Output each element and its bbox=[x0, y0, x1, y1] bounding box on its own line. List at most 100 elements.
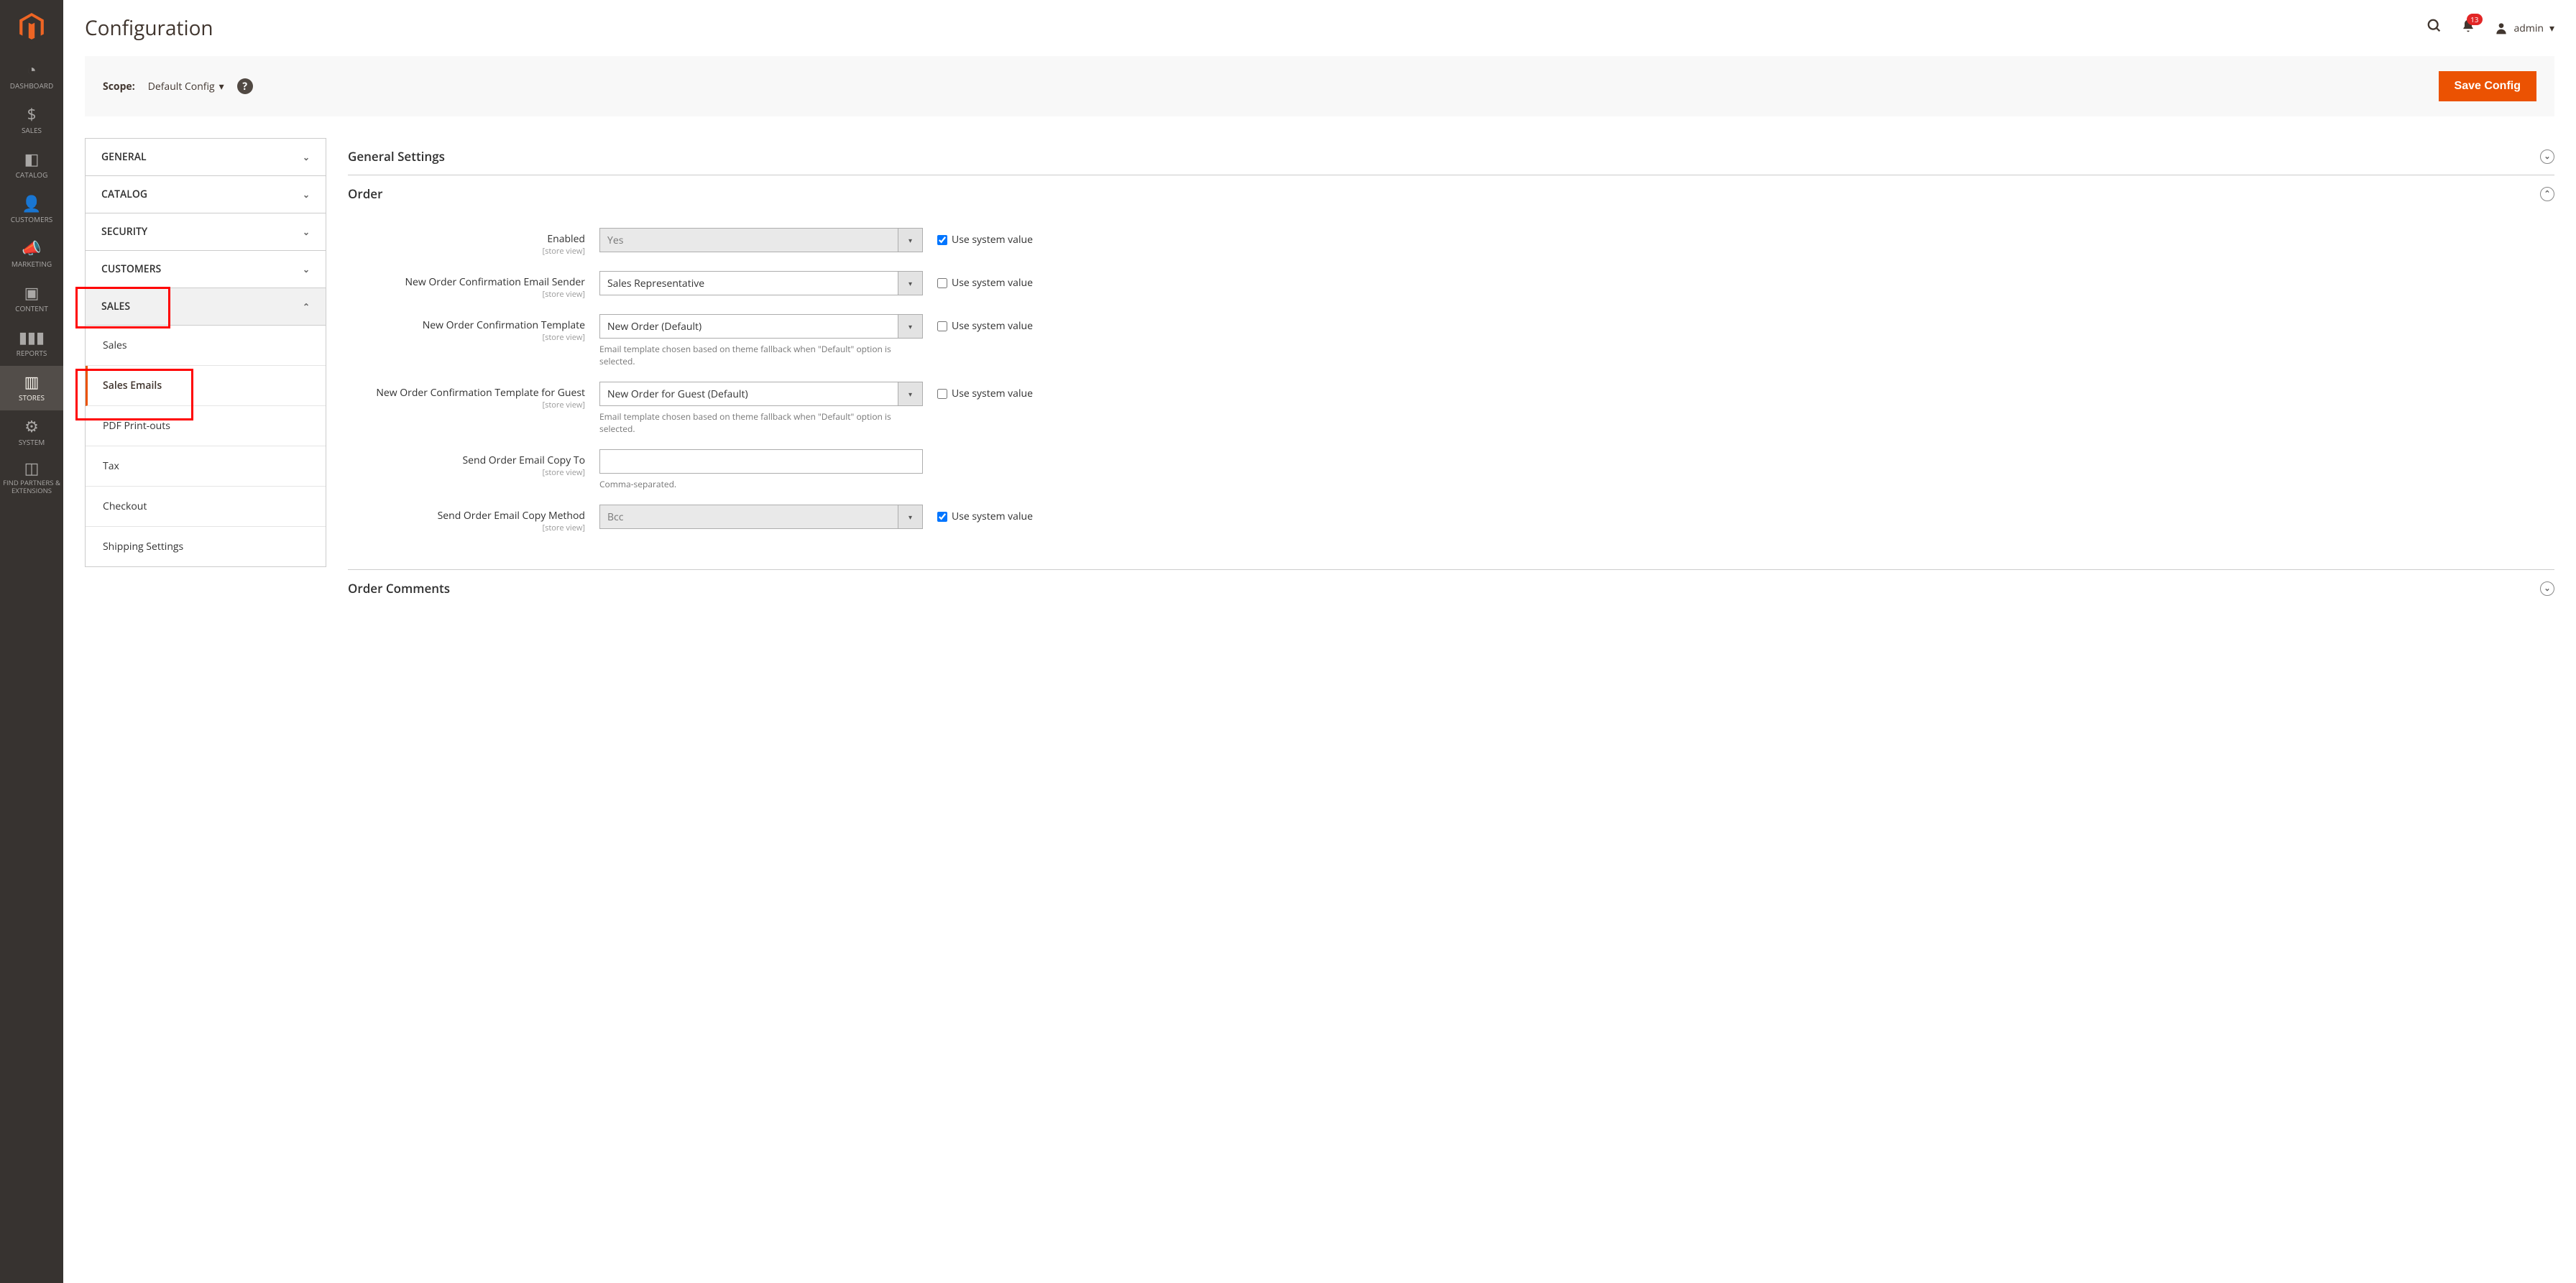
template-select[interactable]: New Order (Default)▾ bbox=[599, 314, 923, 339]
enabled-select: Yes▾ bbox=[599, 228, 923, 252]
nav-stores[interactable]: ▥STORES bbox=[0, 366, 63, 410]
cfg-group-security[interactable]: SECURITY ⌄ bbox=[86, 213, 326, 251]
use-system-checkbox[interactable] bbox=[937, 235, 947, 245]
notification-badge: 13 bbox=[2467, 14, 2482, 25]
use-system-sender[interactable]: Use system value bbox=[937, 271, 1033, 290]
cfg-group-catalog[interactable]: CATALOG⌄ bbox=[86, 176, 326, 213]
field-label: New Order Confirmation Template bbox=[423, 318, 585, 332]
nav-label: CATALOG bbox=[16, 170, 48, 180]
cfg-sub-pdf[interactable]: PDF Print-outs bbox=[86, 406, 326, 446]
use-system-template[interactable]: Use system value bbox=[937, 314, 1033, 333]
nav-label: FIND PARTNERS & EXTENSIONS bbox=[0, 479, 63, 495]
nav-reports[interactable]: ▮▮▮REPORTS bbox=[0, 321, 63, 366]
page-wrap: Configuration 13 admin ▾ Scope: Default … bbox=[63, 0, 2576, 607]
field-copy-method: Send Order Email Copy Method[store view]… bbox=[348, 505, 2554, 533]
user-icon bbox=[2494, 21, 2508, 35]
search-icon[interactable] bbox=[2426, 18, 2442, 38]
cfg-group-general[interactable]: GENERAL ⌄ bbox=[86, 139, 326, 176]
nav-marketing[interactable]: 📣MARKETING bbox=[0, 232, 63, 277]
magento-logo[interactable] bbox=[0, 0, 63, 54]
field-label: New Order Confirmation Email Sender bbox=[405, 275, 585, 289]
notifications-icon[interactable]: 13 bbox=[2461, 18, 2475, 38]
save-config-button[interactable]: Save Config bbox=[2439, 71, 2536, 101]
use-system-checkbox[interactable] bbox=[937, 321, 947, 331]
scope-select[interactable]: Default Config ▾ bbox=[148, 80, 224, 93]
cfg-sub-shipping[interactable]: Shipping Settings bbox=[86, 527, 326, 566]
use-system-checkbox[interactable] bbox=[937, 389, 947, 399]
caret-down-icon: ▾ bbox=[219, 80, 224, 93]
use-system-template-guest[interactable]: Use system value bbox=[937, 382, 1033, 400]
field-scope: [store view] bbox=[348, 246, 585, 257]
nav-label: STORES bbox=[19, 392, 45, 403]
field-copy-to: Send Order Email Copy To[store view] Com… bbox=[348, 449, 2554, 490]
nav-label: CONTENT bbox=[15, 303, 48, 313]
copy-to-input[interactable] bbox=[599, 449, 923, 474]
use-system-enabled[interactable]: Use system value bbox=[937, 228, 1033, 247]
caret-down-icon: ▾ bbox=[898, 272, 922, 295]
collapse-icon: ⌃ bbox=[2540, 187, 2554, 201]
field-label: Enabled bbox=[547, 232, 585, 246]
template-guest-select[interactable]: New Order for Guest (Default)▾ bbox=[599, 382, 923, 406]
use-system-checkbox[interactable] bbox=[937, 512, 947, 522]
nav-system[interactable]: ⚙SYSTEM bbox=[0, 410, 63, 455]
chevron-down-icon: ⌄ bbox=[303, 151, 310, 163]
dollar-icon: $ bbox=[27, 106, 37, 122]
cfg-group-label: SECURITY bbox=[101, 225, 147, 239]
cfg-sub-sales[interactable]: Sales bbox=[86, 326, 326, 366]
username: admin bbox=[2514, 22, 2544, 35]
nav-catalog[interactable]: ◧CATALOG bbox=[0, 143, 63, 188]
field-scope: [store view] bbox=[348, 289, 585, 300]
caret-down-icon: ▾ bbox=[898, 229, 922, 252]
chevron-down-icon: ⌄ bbox=[303, 263, 310, 275]
cfg-group-label: SALES bbox=[101, 300, 130, 313]
select-value: New Order for Guest (Default) bbox=[600, 387, 898, 401]
field-label: Send Order Email Copy Method bbox=[438, 509, 585, 523]
nav-label: DASHBOARD bbox=[10, 81, 53, 91]
nav-sales[interactable]: $SALES bbox=[0, 98, 63, 143]
select-value: New Order (Default) bbox=[600, 320, 898, 334]
use-system-copy-method[interactable]: Use system value bbox=[937, 505, 1033, 523]
select-value: Yes bbox=[600, 234, 898, 247]
nav-dashboard[interactable]: ◔DASHBOARD bbox=[0, 54, 63, 98]
nav-content[interactable]: ▣CONTENT bbox=[0, 277, 63, 321]
field-note: Email template chosen based on theme fal… bbox=[599, 343, 923, 367]
cfg-sub-sales-emails[interactable]: Sales Emails bbox=[86, 366, 326, 406]
field-scope: [store view] bbox=[348, 332, 585, 343]
nav-partners[interactable]: ◫FIND PARTNERS & EXTENSIONS bbox=[0, 455, 63, 500]
nav-label: CUSTOMERS bbox=[11, 214, 53, 224]
cfg-group-sales[interactable]: SALES⌃ bbox=[86, 288, 326, 326]
scope-value: Default Config bbox=[148, 80, 215, 93]
caret-down-icon: ▾ bbox=[898, 505, 922, 528]
section-order[interactable]: Order ⌃ bbox=[348, 175, 2554, 212]
field-note: Comma-separated. bbox=[599, 478, 923, 490]
header-actions: 13 admin ▾ bbox=[2426, 18, 2554, 38]
page-header: Configuration 13 admin ▾ bbox=[63, 0, 2576, 56]
field-scope: [store view] bbox=[348, 467, 585, 478]
config-main: General Settings ⌄ Order ⌃ Enabled[store… bbox=[348, 138, 2554, 607]
cfg-group-label: GENERAL bbox=[101, 150, 147, 164]
page-title: Configuration bbox=[85, 14, 213, 42]
help-icon[interactable]: ? bbox=[237, 78, 253, 94]
use-system-label: Use system value bbox=[952, 510, 1033, 523]
field-scope: [store view] bbox=[348, 400, 585, 410]
field-note: Email template chosen based on theme fal… bbox=[599, 410, 923, 435]
chevron-down-icon: ⌄ bbox=[303, 226, 310, 238]
section-general-settings[interactable]: General Settings ⌄ bbox=[348, 138, 2554, 175]
sender-select[interactable]: Sales Representative▾ bbox=[599, 271, 923, 295]
cfg-group-customers[interactable]: CUSTOMERS⌄ bbox=[86, 251, 326, 288]
person-icon: 👤 bbox=[22, 196, 41, 211]
field-scope: [store view] bbox=[348, 523, 585, 533]
section-order-comments[interactable]: Order Comments ⌄ bbox=[348, 569, 2554, 607]
scope-bar: Scope: Default Config ▾ ? Save Config bbox=[85, 56, 2554, 116]
use-system-label: Use system value bbox=[952, 233, 1033, 247]
cfg-sub-tax[interactable]: Tax bbox=[86, 446, 326, 487]
nav-label: SYSTEM bbox=[19, 437, 45, 447]
nav-customers[interactable]: 👤 CUSTOMERS bbox=[0, 188, 63, 232]
field-template: New Order Confirmation Template[store vi… bbox=[348, 314, 2554, 367]
expand-icon: ⌄ bbox=[2540, 581, 2554, 596]
use-system-checkbox[interactable] bbox=[937, 278, 947, 288]
copy-method-select: Bcc▾ bbox=[599, 505, 923, 529]
section-title: Order Comments bbox=[348, 580, 450, 597]
user-menu[interactable]: admin ▾ bbox=[2494, 21, 2554, 35]
cfg-sub-checkout[interactable]: Checkout bbox=[86, 487, 326, 527]
